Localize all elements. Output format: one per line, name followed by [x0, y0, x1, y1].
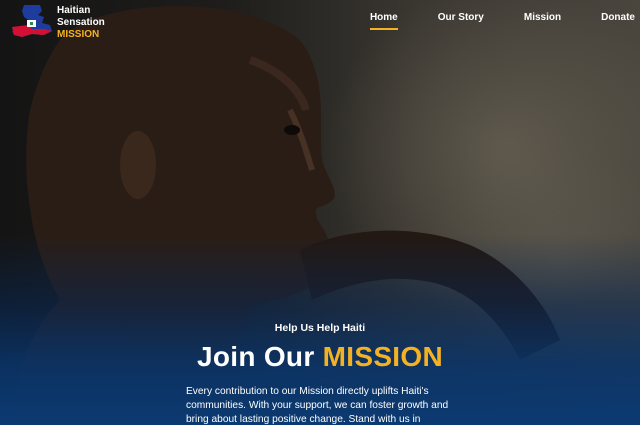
hero-headline: Join Our MISSION — [0, 341, 640, 373]
nav-item-home[interactable]: Home — [369, 12, 398, 30]
brand-name-line1: Haitian — [57, 5, 91, 16]
hero-headline-accent: MISSION — [322, 341, 443, 372]
brand-name-line3: MISSION — [57, 29, 100, 40]
brand-name-line2: Sensation — [57, 17, 105, 28]
nav-item-our-story[interactable]: Our Story — [438, 12, 484, 23]
hero-content: Help Us Help Haiti Join Our MISSION Ever… — [0, 322, 640, 425]
nav-item-mission[interactable]: Mission — [524, 12, 561, 23]
hero-section: Haitian Sensation MISSION Home Our Story… — [0, 0, 640, 425]
hero-headline-main: Join Our — [197, 341, 315, 372]
brand-logo[interactable]: Haitian Sensation MISSION — [10, 3, 105, 41]
haiti-map-flag-icon — [12, 5, 52, 37]
hero-eyebrow: Help Us Help Haiti — [274, 322, 366, 334]
nav-item-donate[interactable]: Donate — [601, 12, 635, 23]
site-header: Haitian Sensation MISSION Home Our Story… — [0, 0, 640, 42]
main-nav: Home Our Story Mission Donate — [369, 12, 635, 30]
hero-description: Every contribution to our Mission direct… — [186, 386, 449, 425]
